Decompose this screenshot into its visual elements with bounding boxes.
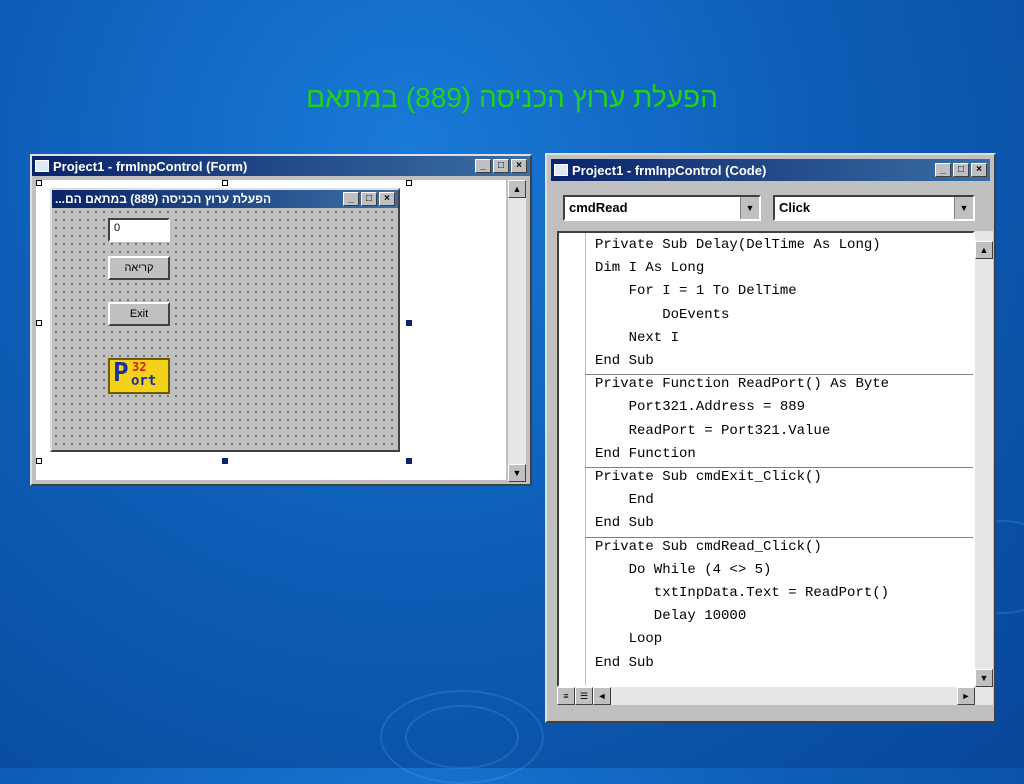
minimize-button[interactable]: _ (475, 159, 491, 173)
procedure-combo-value: Click (779, 200, 811, 215)
full-module-view-button[interactable]: ☰ (575, 687, 593, 705)
code-line[interactable]: Loop (595, 631, 663, 647)
code-line[interactable]: Private Sub Delay(DelTime As Long) (595, 237, 881, 253)
code-line[interactable]: Private Sub cmdRead_Click() (595, 539, 822, 555)
code-line[interactable]: For I = 1 To DelTime (595, 283, 797, 299)
resize-handle[interactable] (36, 320, 42, 326)
code-line[interactable]: End Sub (595, 655, 654, 671)
scroll-down-button[interactable]: ▼ (508, 464, 526, 482)
procedure-separator (585, 374, 973, 376)
scroll-left-button[interactable]: ◄ (593, 687, 611, 705)
port32-logo[interactable]: P 32 ort (108, 358, 170, 394)
form-icon (35, 160, 49, 172)
resize-handle[interactable] (222, 458, 228, 464)
code-line[interactable]: End Sub (595, 515, 654, 531)
code-window-title: Project1 - frmInpControl (Code) (572, 162, 767, 178)
input-data-textbox[interactable]: 0 (108, 218, 170, 242)
read-button[interactable]: קריאה (108, 256, 170, 280)
code-line[interactable]: End Sub (595, 353, 654, 369)
resize-handle[interactable] (406, 458, 412, 464)
background-swirl (405, 705, 519, 769)
object-combo-value: cmdRead (569, 200, 628, 215)
vb-form-title: הפעלת ערוץ הכניסה (889) במתאם הם... (55, 192, 272, 206)
vb-form-titlebar[interactable]: הפעלת ערוץ הכניסה (889) במתאם הם... _ □ … (52, 190, 398, 208)
chevron-down-icon[interactable]: ▼ (954, 197, 973, 219)
code-line[interactable]: txtInpData.Text = ReadPort() (595, 585, 889, 601)
vb-form[interactable]: הפעלת ערוץ הכניסה (889) במתאם הם... _ □ … (50, 188, 400, 452)
close-button[interactable]: × (379, 192, 395, 206)
resize-handle[interactable] (36, 458, 42, 464)
resize-handle[interactable] (406, 320, 412, 326)
close-button[interactable]: × (511, 159, 527, 173)
scroll-up-button[interactable]: ▲ (508, 180, 526, 198)
code-line[interactable]: Private Sub cmdExit_Click() (595, 469, 822, 485)
design-grid: 0 קריאה Exit P 32 ort (52, 208, 398, 450)
code-editor[interactable]: Private Sub Delay(DelTime As Long) Dim I … (557, 231, 975, 687)
code-line[interactable]: ReadPort = Port321.Value (595, 423, 831, 439)
code-horizontal-scrollbar[interactable]: ≡ ☰ ◄ ► (557, 687, 993, 705)
procedure-separator (585, 467, 973, 468)
code-line[interactable]: End (595, 492, 654, 508)
minimize-button[interactable]: _ (343, 192, 359, 206)
code-line[interactable]: Do While (4 <> 5) (595, 562, 772, 578)
resize-handle[interactable] (222, 180, 228, 186)
code-line[interactable]: DoEvents (595, 307, 729, 323)
procedure-view-button[interactable]: ≡ (557, 687, 575, 705)
logo-letter-p: P (113, 358, 129, 388)
logo-text: ort (131, 373, 157, 389)
code-window-titlebar[interactable]: Project1 - frmInpControl (Code) _ □ × (551, 159, 990, 181)
code-line[interactable]: Private Function ReadPort() As Byte (595, 376, 889, 392)
procedure-separator (585, 536, 973, 538)
scroll-right-button[interactable]: ► (957, 687, 975, 705)
form-vertical-scrollbar[interactable]: ▲ ▼ (508, 180, 526, 482)
code-line[interactable]: Delay 10000 (595, 608, 746, 624)
exit-button[interactable]: Exit (108, 302, 170, 326)
minimize-button[interactable]: _ (935, 163, 951, 177)
form-designer-canvas[interactable]: הפעלת ערוץ הכניסה (889) במתאם הם... _ □ … (36, 180, 506, 480)
maximize-button[interactable]: □ (953, 163, 969, 177)
code-margin (559, 233, 586, 685)
form-designer-window[interactable]: Project1 - frmInpControl (Form) _ □ × הפ… (30, 154, 532, 486)
logo-number: 32 (132, 360, 147, 374)
object-combo[interactable]: cmdRead ▼ (563, 195, 761, 221)
chevron-down-icon[interactable]: ▼ (740, 197, 759, 219)
slide-title: הפעלת ערוץ הכניסה (889) במתאם (306, 82, 718, 113)
code-line[interactable]: Port321.Address = 889 (595, 399, 805, 415)
code-line[interactable]: End Function (595, 446, 696, 462)
maximize-button[interactable]: □ (361, 192, 377, 206)
scroll-up-button[interactable]: ▲ (975, 241, 993, 259)
procedure-combo[interactable]: Click ▼ (773, 195, 975, 221)
maximize-button[interactable]: □ (493, 159, 509, 173)
scroll-down-button[interactable]: ▼ (975, 669, 993, 687)
resize-handle[interactable] (406, 180, 412, 186)
close-button[interactable]: × (971, 163, 987, 177)
code-line[interactable]: Dim I As Long (595, 260, 704, 276)
resize-handle[interactable] (36, 180, 42, 186)
code-window[interactable]: Project1 - frmInpControl (Code) _ □ × cm… (545, 153, 996, 723)
code-icon (554, 164, 568, 176)
form-window-titlebar[interactable]: Project1 - frmInpControl (Form) _ □ × (32, 156, 530, 176)
code-vertical-scrollbar[interactable]: ▲ ▼ (975, 231, 993, 687)
form-window-title: Project1 - frmInpControl (Form) (53, 158, 248, 174)
code-line[interactable]: Next I (595, 330, 679, 346)
